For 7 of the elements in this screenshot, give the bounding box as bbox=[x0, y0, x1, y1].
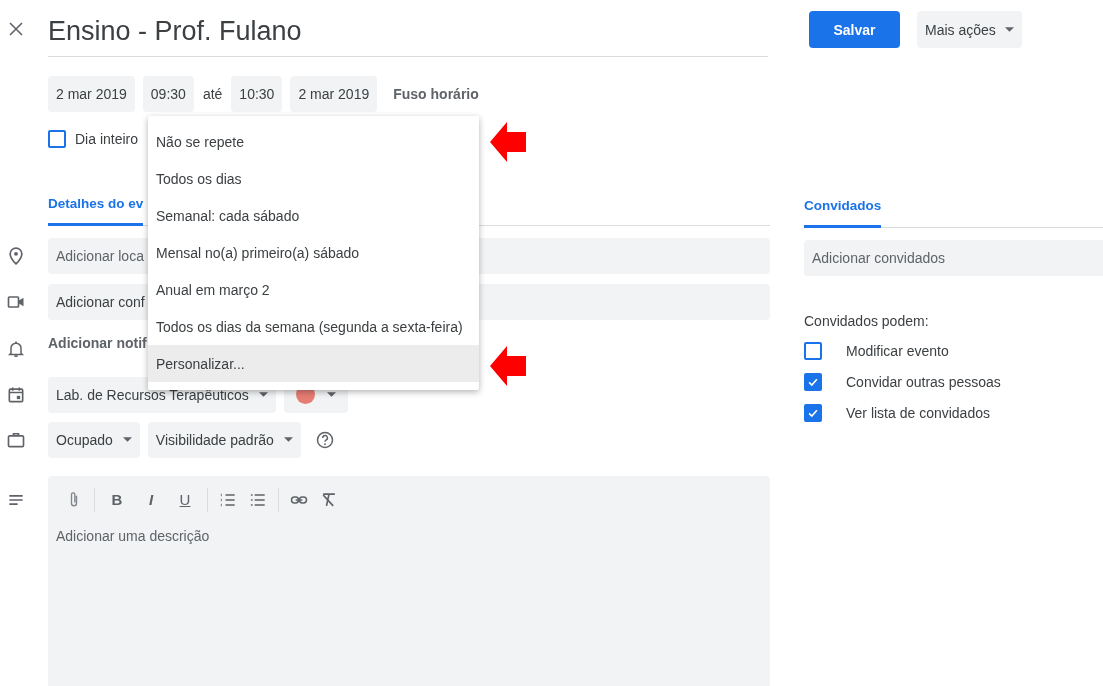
permission-label: Convidar outras pessoas bbox=[846, 374, 1001, 390]
range-separator: até bbox=[201, 86, 224, 103]
permission-label: Modificar evento bbox=[846, 343, 949, 359]
all-day-label: Dia inteiro bbox=[75, 130, 139, 147]
permissions-heading: Convidados podem: bbox=[804, 313, 929, 329]
description-placeholder: Adicionar uma descrição bbox=[56, 527, 210, 544]
permission-label: Ver lista de convidados bbox=[846, 405, 990, 421]
